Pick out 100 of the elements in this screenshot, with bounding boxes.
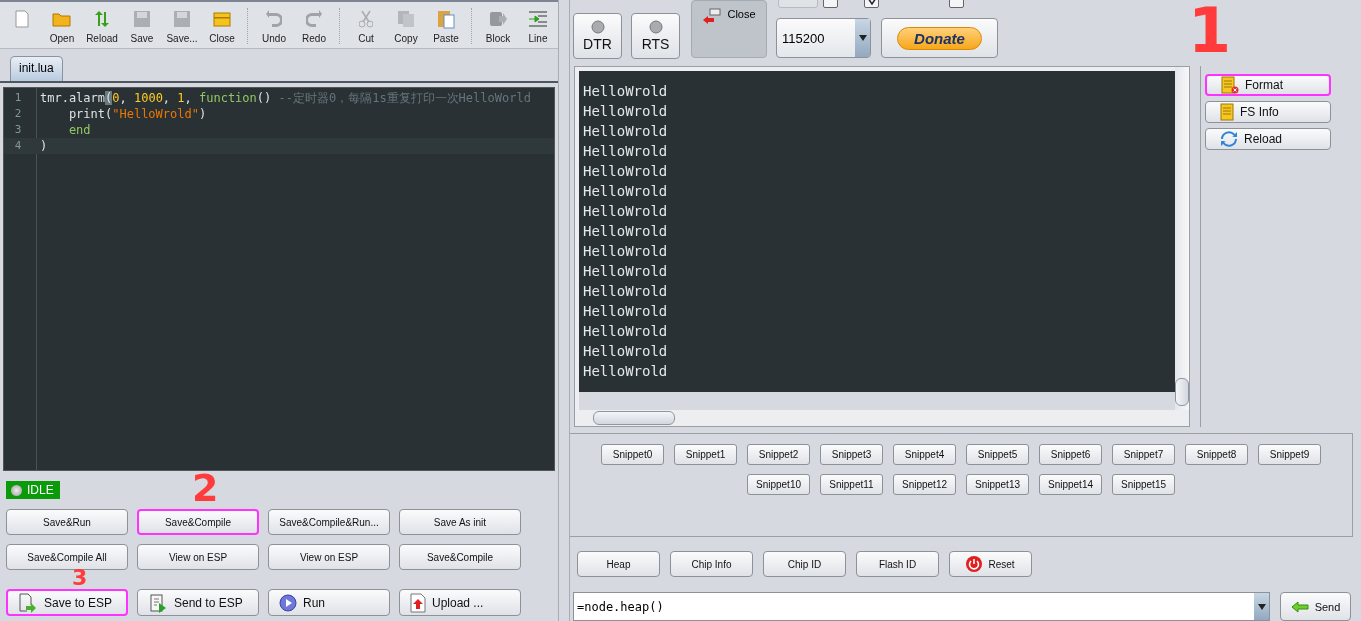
action-button[interactable]: Save&Compile — [399, 544, 521, 570]
block-arrow-icon — [489, 10, 507, 28]
cabinet-x-icon — [1221, 75, 1239, 94]
code-line: end — [67, 122, 91, 138]
dropdown-arrow-icon[interactable] — [1257, 603, 1266, 610]
snippet-button[interactable]: Snippet0 — [601, 444, 664, 466]
line-number: 2 — [13, 106, 23, 122]
send-button[interactable]: Send — [1280, 592, 1351, 621]
blank-document-icon — [15, 10, 29, 28]
terminal-line: HelloWrold — [583, 221, 669, 241]
action-button[interactable]: Save&Compile — [137, 509, 259, 535]
power-icon — [966, 556, 983, 572]
action-button[interactable]: Upload ... — [399, 589, 521, 616]
folder-icon — [213, 11, 231, 27]
led-icon — [648, 20, 663, 34]
snippet-button[interactable]: Snippet15 — [1112, 474, 1175, 496]
line-number: 1 — [13, 90, 23, 106]
toolbar-button[interactable]: Close — [202, 8, 242, 48]
file-button[interactable]: FS Info — [1205, 100, 1331, 123]
folder-icon — [52, 11, 72, 27]
file-button[interactable]: Format — [1205, 73, 1331, 96]
info-button[interactable]: Heap — [577, 551, 660, 577]
terminal-line: HelloWrold — [583, 81, 669, 101]
play-circle-icon — [279, 593, 297, 612]
snippet-button[interactable]: Snippet2 — [747, 444, 810, 466]
action-button[interactable]: View on ESP — [268, 544, 390, 570]
line-arrow-icon — [528, 10, 548, 28]
toolbar-button[interactable]: Open — [42, 8, 82, 48]
snippet-button[interactable]: Snippet8 — [1185, 444, 1248, 466]
snippet-button[interactable]: Snippet9 — [1258, 444, 1321, 466]
handwritten-number: 2 — [192, 469, 219, 507]
terminal-line: HelloWrold — [583, 121, 669, 141]
curved-arrow-icon — [266, 10, 282, 28]
curved-arrow-icon — [306, 10, 322, 28]
toolbar-button[interactable]: Line — [518, 8, 558, 48]
close-port-button[interactable]: Close — [691, 0, 767, 58]
snippet-button[interactable]: Snippet6 — [1039, 444, 1102, 466]
file-button[interactable]: Reload — [1205, 127, 1331, 150]
terminal-line: HelloWrold — [583, 101, 669, 121]
snippet-button[interactable]: Snippet11 — [820, 474, 883, 496]
arrow-left-icon — [1290, 600, 1309, 613]
terminal-line: HelloWrold — [583, 181, 669, 201]
snippet-button[interactable]: Snippet7 — [1112, 444, 1175, 466]
dropdown-arrow-icon[interactable] — [858, 35, 867, 41]
action-button[interactable]: Save&Compile All — [6, 544, 128, 570]
snippet-button[interactable]: Snippet10 — [747, 474, 810, 496]
baud-rate-dropdown[interactable]: 115200 — [776, 18, 871, 58]
copy-icon — [397, 10, 415, 28]
info-button[interactable]: Chip ID — [763, 551, 846, 577]
handwritten-number: 1 — [1188, 0, 1232, 62]
info-button[interactable]: Reset — [949, 551, 1032, 577]
terminal-line: HelloWrold — [583, 201, 669, 221]
terminal-line: HelloWrold — [583, 281, 669, 301]
donate-button[interactable]: Donate — [881, 18, 998, 58]
terminal-line: HelloWrold — [583, 341, 669, 361]
scissors-icon — [359, 10, 373, 28]
code-line: ) — [40, 138, 48, 154]
arrows-icon — [93, 10, 111, 28]
toolbar-button[interactable]: Reload — [82, 8, 122, 48]
snippet-button[interactable]: Snippet4 — [893, 444, 956, 466]
snippet-button[interactable]: Snippet1 — [674, 444, 737, 466]
scroll-play-icon — [148, 592, 168, 613]
cabinet-icon — [1220, 102, 1234, 121]
dtr-button[interactable]: DTR — [573, 13, 622, 59]
action-button[interactable]: Save As init — [399, 509, 521, 535]
snippet-button[interactable]: Snippet13 — [966, 474, 1029, 496]
upload-document-icon — [410, 592, 426, 613]
terminal-line: HelloWrold — [583, 321, 669, 341]
info-button[interactable]: Flash ID — [856, 551, 939, 577]
command-field[interactable]: =node.heap() — [573, 592, 1270, 621]
snippet-button[interactable]: Snippet12 — [893, 474, 956, 496]
terminal-line: HelloWrold — [583, 141, 669, 161]
snippet-button[interactable]: Snippet3 — [820, 444, 883, 466]
status-indicator: IDLE — [6, 481, 60, 499]
info-button[interactable]: Chip Info — [670, 551, 753, 577]
action-button[interactable]: Save&Run — [6, 509, 128, 535]
terminal-line: HelloWrold — [583, 361, 669, 381]
led-icon — [590, 20, 605, 34]
snippet-button[interactable]: Snippet5 — [966, 444, 1029, 466]
action-button[interactable]: Save to ESP — [6, 589, 128, 616]
snippet-button[interactable]: Snippet14 — [1039, 474, 1102, 496]
toolbar-button[interactable]: Paste — [426, 8, 466, 48]
terminal-line: HelloWrold — [583, 261, 669, 281]
handwritten-number: 3 — [72, 567, 88, 589]
document-arrow-icon — [18, 592, 38, 613]
action-button[interactable]: View on ESP — [137, 544, 259, 570]
line-number: 3 — [13, 122, 23, 138]
refresh-icon — [1220, 130, 1238, 147]
terminal-line: HelloWrold — [583, 301, 669, 321]
action-button[interactable]: Send to ESP — [137, 589, 259, 616]
terminal-line: HelloWrold — [583, 161, 669, 181]
action-button[interactable]: Save&Compile&Run... — [268, 509, 390, 535]
clipboard-icon — [437, 9, 455, 29]
action-button[interactable]: Run — [268, 589, 390, 616]
code-line: print("HelloWrold") — [67, 106, 207, 122]
vertical-scrollbar[interactable] — [1175, 66, 1189, 411]
file-tab[interactable]: init.lua — [10, 56, 63, 81]
terminal-line: HelloWrold — [583, 241, 669, 261]
rts-button[interactable]: RTS — [631, 13, 680, 59]
line-number: 4 — [13, 138, 23, 154]
